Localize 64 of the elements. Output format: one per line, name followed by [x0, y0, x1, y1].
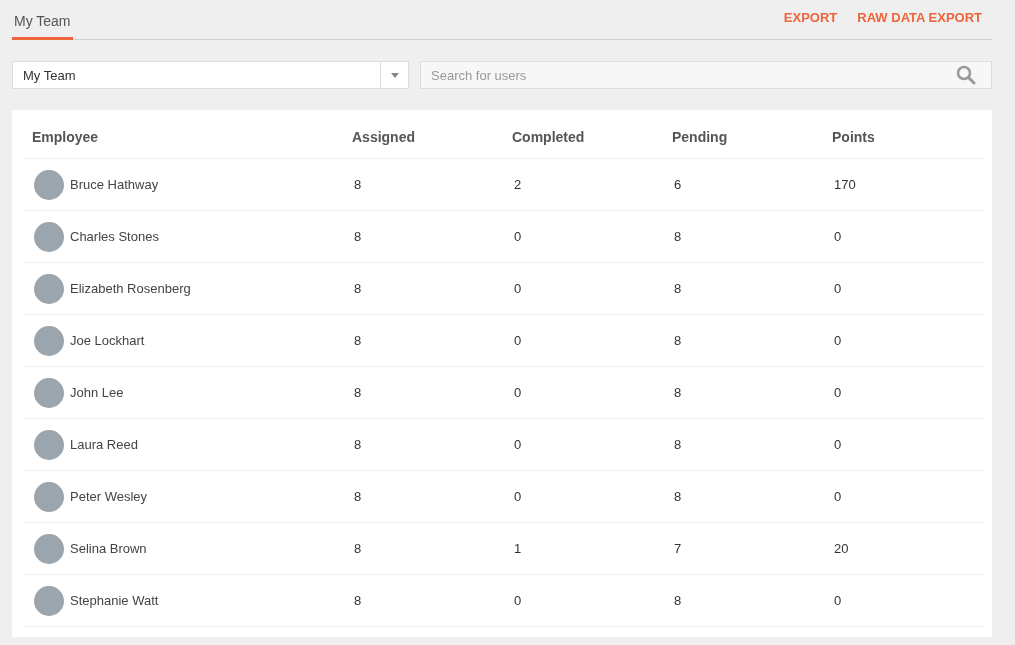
table-cell-text: 0 — [513, 229, 523, 244]
table-cell-text: 8 — [353, 177, 363, 192]
employee-name: Stephanie Watt — [70, 593, 159, 608]
employee-name: Peter Wesley — [70, 489, 148, 504]
table-cell-text: 8 — [673, 437, 683, 452]
team-tab[interactable]: My Team — [12, 13, 73, 40]
table-cell-text: 0 — [833, 281, 843, 296]
avatar — [34, 533, 64, 564]
table-cell-text: 170 — [833, 177, 857, 192]
column-header: Pending — [671, 129, 729, 145]
column-header: Points — [831, 129, 876, 145]
table-cell-text: 8 — [673, 229, 683, 244]
table-cell-text: 8 — [673, 281, 683, 296]
avatar — [34, 585, 64, 616]
table-cell-text: 8 — [353, 541, 363, 556]
table-cell-text: 8 — [353, 385, 363, 400]
table-cell-text: 7 — [673, 541, 683, 556]
table-cell-text: 8 — [673, 333, 683, 348]
search-icon — [956, 65, 976, 85]
table-cell-text: 0 — [833, 385, 843, 400]
employee-name: Elizabeth Rosenberg — [70, 281, 191, 296]
table-cell-text: 8 — [353, 437, 363, 452]
column-header: Assigned — [351, 129, 416, 145]
employee-name: Joe Lockhart — [70, 333, 145, 348]
table-cell-text: 8 — [353, 333, 363, 348]
avatar — [34, 481, 64, 512]
caret-icon — [390, 72, 399, 78]
avatar — [34, 169, 64, 200]
table-cell-text: 0 — [833, 489, 843, 504]
search-field[interactable]: Search for users — [420, 61, 992, 89]
table-cell-text: 8 — [353, 229, 363, 244]
employee-name: Bruce Hathway — [70, 177, 159, 192]
avatar — [34, 429, 64, 460]
table-cell-text: 0 — [513, 489, 523, 504]
employee-name: Selina Brown — [70, 541, 147, 556]
table-cell-text: 0 — [513, 333, 523, 348]
table-cell-text: 8 — [353, 281, 363, 296]
team-dropdown[interactable]: My Team — [12, 61, 409, 89]
table-cell-text: 6 — [673, 177, 683, 192]
table-cell-text: 8 — [673, 385, 683, 400]
table-cell-text: 0 — [833, 333, 843, 348]
avatar — [34, 221, 64, 252]
table-cell-text: 0 — [833, 593, 843, 608]
employee-name: John Lee — [70, 385, 124, 400]
avatar — [34, 377, 64, 408]
table-cell-text: 8 — [353, 489, 363, 504]
table-cell-text: 1 — [513, 541, 523, 556]
table-cell-text: 2 — [513, 177, 523, 192]
table-cell-text: 0 — [513, 593, 523, 608]
employee-name: Charles Stones — [70, 229, 159, 244]
table-cell-text: 0 — [833, 437, 843, 452]
table-cell-text: 0 — [513, 437, 523, 452]
table-cell-text: 0 — [513, 281, 523, 296]
table-cell-text: 8 — [673, 593, 683, 608]
column-header: Employee — [31, 129, 100, 145]
avatar — [34, 273, 64, 304]
table-cell-text: 0 — [833, 229, 843, 244]
employee-name: Laura Reed — [70, 437, 138, 452]
table-cell-text: 20 — [833, 541, 850, 556]
table-cell-text: 8 — [353, 593, 363, 608]
table-cell-text: 0 — [513, 385, 523, 400]
avatar — [34, 325, 64, 356]
column-header: Completed — [511, 129, 586, 145]
table-cell-text: 8 — [673, 489, 683, 504]
